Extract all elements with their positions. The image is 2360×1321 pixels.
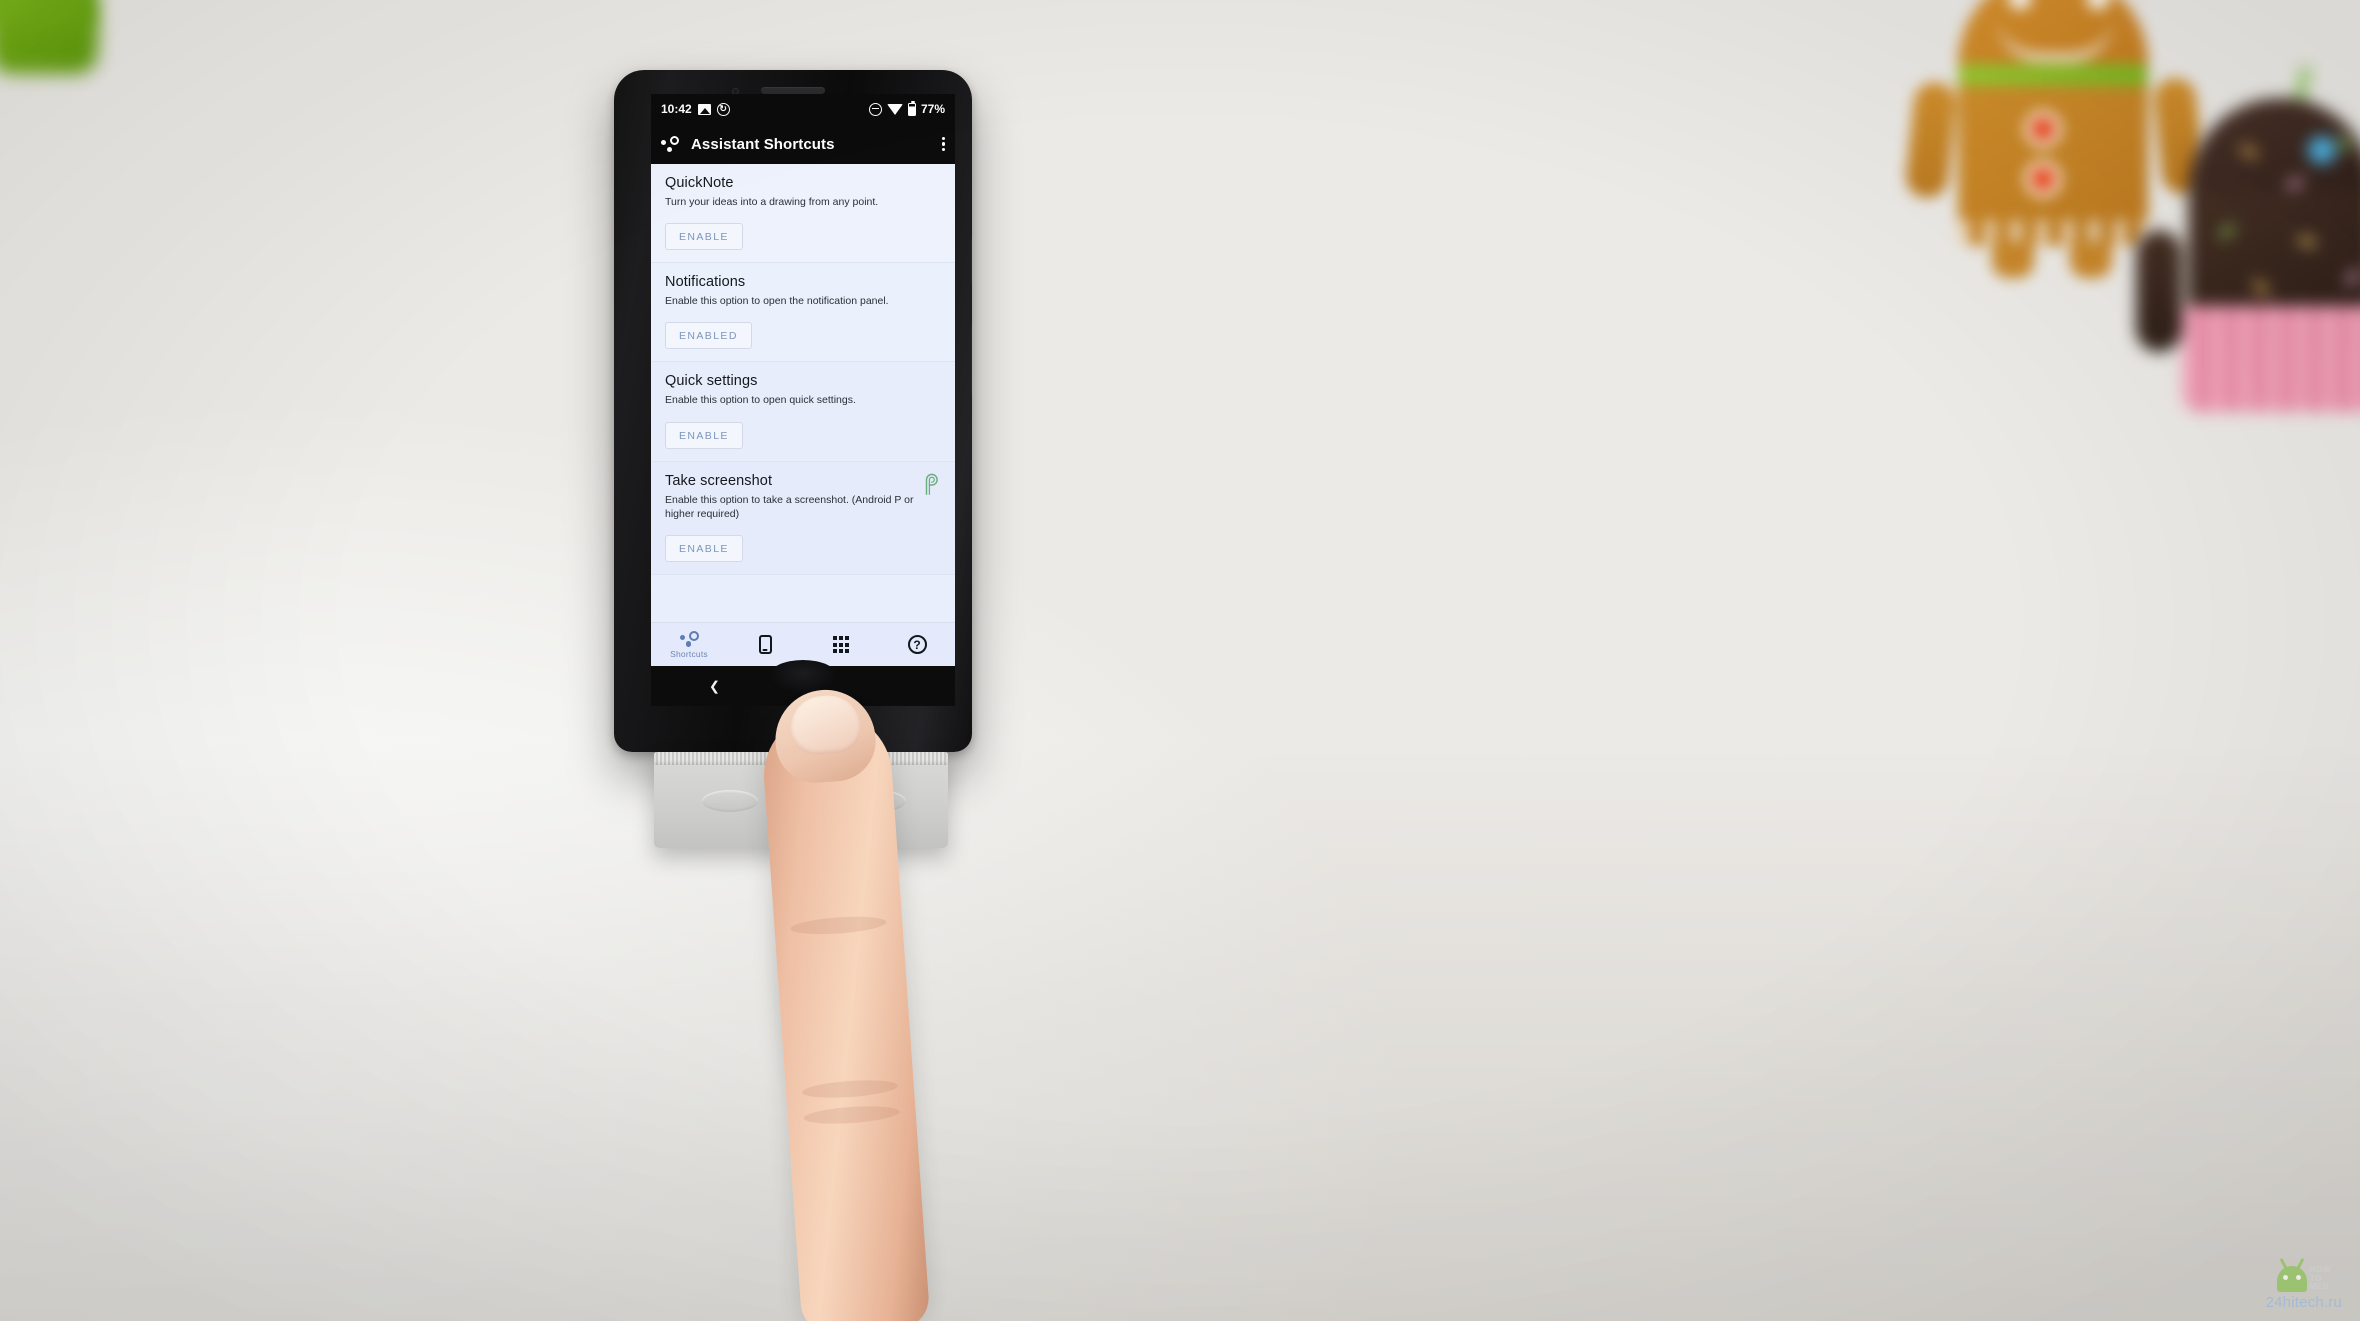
watermark: HOW TO MEN 24hitech.ru bbox=[2266, 1266, 2342, 1311]
card-title: QuickNote bbox=[665, 175, 734, 191]
card-take-screenshot[interactable]: Take screenshot Enable this option to ta… bbox=[651, 461, 955, 575]
nav-tab-apps[interactable] bbox=[803, 623, 879, 666]
phone-icon bbox=[758, 635, 772, 654]
card-description: Enable this option to take a screenshot.… bbox=[665, 493, 914, 520]
shortcuts-icon bbox=[679, 630, 699, 647]
battery-percent: 77% bbox=[920, 102, 945, 116]
nav-tab-shortcuts[interactable]: Shortcuts bbox=[651, 623, 727, 666]
card-title: Notifications bbox=[665, 274, 746, 291]
watermark-line3: MEN bbox=[2309, 1282, 2330, 1292]
earpiece-speaker bbox=[761, 87, 825, 94]
nav-tab-help[interactable]: ? bbox=[879, 623, 955, 666]
card-description: Turn your ideas into a drawing from any … bbox=[665, 196, 879, 208]
help-icon: ? bbox=[907, 635, 927, 654]
card-quick-settings[interactable]: Quick settings Enable this option to ope… bbox=[651, 362, 955, 462]
app-grid-icon bbox=[832, 636, 850, 653]
power-button[interactable] bbox=[971, 238, 972, 284]
scene: 10:42 77% Assistant Shortcuts bbox=[0, 0, 2360, 1321]
card-description: Enable this option to open the notificat… bbox=[665, 295, 889, 308]
enable-button[interactable]: ENABLE bbox=[665, 421, 743, 449]
battery-icon bbox=[907, 100, 916, 116]
sync-icon bbox=[716, 102, 730, 116]
card-title: Quick settings bbox=[665, 373, 758, 390]
card-quicknote[interactable]: QuickNote Turn your ideas into a drawing… bbox=[651, 164, 955, 264]
card-description: Enable this option to open quick setting… bbox=[665, 394, 856, 407]
nav-tab-device[interactable] bbox=[727, 623, 803, 666]
phone-screen: 10:42 77% Assistant Shortcuts bbox=[651, 94, 955, 666]
do-not-disturb-icon bbox=[868, 102, 882, 116]
assistant-shortcuts-icon bbox=[661, 136, 679, 152]
nav-tab-label: Shortcuts bbox=[670, 648, 708, 659]
status-bar: 10:42 77% bbox=[651, 94, 955, 124]
card-title: Take screenshot bbox=[665, 472, 773, 489]
table-surface bbox=[0, 740, 2360, 1321]
enabled-button[interactable]: ENABLED bbox=[665, 322, 752, 350]
enable-button[interactable]: ENABLE bbox=[665, 223, 743, 251]
shortcuts-list: QuickNote Turn your ideas into a drawing… bbox=[651, 164, 955, 622]
phone-device: 10:42 77% Assistant Shortcuts bbox=[614, 70, 972, 752]
volume-button[interactable] bbox=[971, 325, 972, 395]
wifi-icon bbox=[886, 103, 903, 115]
page-title: Assistant Shortcuts bbox=[691, 135, 835, 153]
watermark-url: 24hitech.ru bbox=[2265, 1294, 2342, 1311]
android-head-icon bbox=[2276, 1266, 2307, 1292]
app-bar: Assistant Shortcuts bbox=[651, 124, 955, 164]
enable-button[interactable]: ENABLE bbox=[665, 534, 743, 562]
status-time: 10:42 bbox=[661, 102, 692, 116]
android-p-logo-icon bbox=[925, 473, 938, 495]
card-notifications[interactable]: Notifications Enable this option to open… bbox=[651, 263, 955, 363]
overflow-menu-icon[interactable] bbox=[941, 136, 945, 152]
back-chevron-icon[interactable]: ❮ bbox=[709, 680, 720, 693]
photo-icon bbox=[697, 103, 711, 115]
